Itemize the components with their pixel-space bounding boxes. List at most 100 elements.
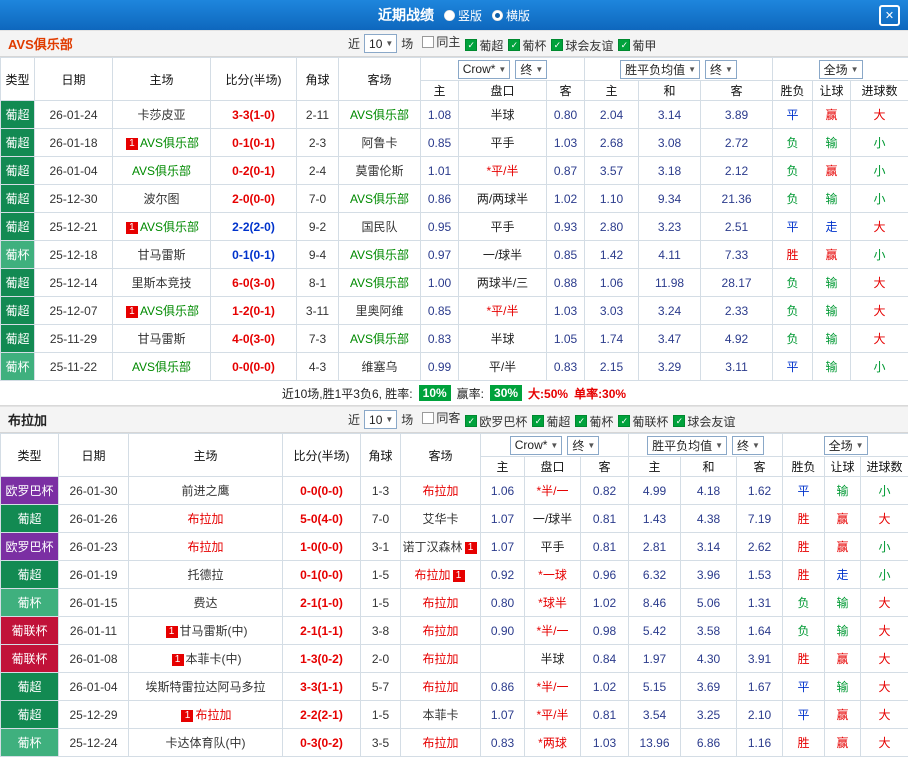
odds-home: 0.86 [421,185,459,213]
section-avs: AVS俱乐部 近 10▼ 场 同主✓葡超✓葡杯✓球会友谊✓葡甲 类型 日期 主场… [0,30,908,406]
filter-checkbox[interactable]: 同主 [422,33,460,50]
cover-result: 输 [813,269,851,297]
col-away: 客场 [339,58,421,101]
type-badge: 葡杯 [1,353,35,381]
type-badge: 葡超 [1,297,35,325]
size-result: 小 [851,129,908,157]
final-odds-select[interactable]: 终▼ [567,436,599,455]
scope-select[interactable]: 全场▼ [819,60,863,79]
match-row: 葡超25-11-29甘马雷斯4-0(3-0)7-3AVS俱乐部0.83半球1.0… [1,325,908,353]
corners: 3-5 [361,729,401,757]
odds-home: 1.08 [421,101,459,129]
odds-away: 1.02 [547,185,585,213]
cover-result: 赢 [825,533,861,561]
team-name: 艾华卡 [422,512,458,526]
odds-away: 0.87 [547,157,585,185]
matches-table-braga: 类型 日期 主场 比分(半场) 角球 客场 Crow*▼ 终▼ 胜平负均值▼ 终… [0,433,908,757]
handicap: 一/球半 [459,241,547,269]
filter-checkbox[interactable]: 同客 [422,409,460,426]
cover-rate-label: 赢率: [457,385,484,402]
home-team: 1本菲卡(中) [129,645,283,673]
scope-select[interactable]: 全场▼ [824,436,868,455]
odds-company-select[interactable]: Crow*▼ [458,60,511,79]
final-odds-select[interactable]: 终▼ [515,60,547,79]
score: 0-0(0-0) [283,477,361,505]
match-date: 26-01-19 [59,561,129,589]
odds-company-select[interactable]: Crow*▼ [510,436,563,455]
match-count-select[interactable]: 10▼ [364,410,397,429]
match-count-select[interactable]: 10▼ [364,34,397,53]
size-result: 大 [851,101,908,129]
match-row: 葡超26-01-24卡莎皮亚3-3(1-0)2-11AVS俱乐部1.08半球0.… [1,101,908,129]
col-size: 进球数 [851,81,908,101]
odds-win: 1.74 [585,325,639,353]
cover-result: 赢 [813,241,851,269]
match-date: 25-12-30 [35,185,113,213]
match-date: 26-01-08 [59,645,129,673]
team-name: 诺丁汉森林 [402,540,462,554]
team-name: 卡达体育队(中) [166,736,246,750]
col-size: 进球数 [861,457,908,477]
avg-odds-select[interactable]: 胜平负均值▼ [620,60,700,79]
red-card-badge: 1 [166,626,178,638]
final-odds-select-2[interactable]: 终▼ [732,436,764,455]
avg-odds-select[interactable]: 胜平负均值▼ [647,436,727,455]
type-badge: 葡超 [1,129,35,157]
cover-result: 输 [825,673,861,701]
team-name-title: 布拉加 [8,410,47,429]
handicap-group-header: Crow*▼ 终▼ [421,58,585,81]
filter-checkbox[interactable]: ✓葡甲 [618,37,656,54]
corners: 3-1 [361,533,401,561]
odds-home: 1.00 [421,269,459,297]
team-name: 本菲卡 [422,708,458,722]
team-name: 埃斯特雷拉达阿马多拉 [145,680,265,694]
size-result: 大 [861,617,908,645]
close-button[interactable]: ✕ [879,5,900,26]
corners: 9-2 [297,213,339,241]
final-odds-select-2[interactable]: 终▼ [705,60,737,79]
odds-win: 1.10 [585,185,639,213]
filter-checkbox[interactable]: ✓欧罗巴杯 [465,413,527,430]
size-result: 大 [861,589,908,617]
match-date: 25-12-18 [35,241,113,269]
col-home: 主场 [113,58,211,101]
handicap: *半/一 [525,673,581,701]
odds-draw: 9.34 [639,185,701,213]
match-row: 葡超26-01-04埃斯特雷拉达阿马多拉3-3(1-1)5-7布拉加0.86*半… [1,673,908,701]
team-name: 布拉加 [187,540,223,554]
team-name: 布拉加 [422,596,458,610]
type-badge: 葡超 [1,673,59,701]
team-name: AVS俱乐部 [350,192,409,206]
match-row: 欧罗巴杯26-01-30前进之鹰0-0(0-0)1-3布拉加1.06*半/一0.… [1,477,908,505]
corners: 9-4 [297,241,339,269]
filter-checkbox[interactable]: ✓葡超 [532,413,570,430]
score: 0-1(0-1) [211,129,297,157]
checkbox-checked-icon: ✓ [532,415,544,427]
filter-checkbox[interactable]: ✓葡超 [465,37,503,54]
handicap: *球半 [525,589,581,617]
radio-vertical-layout[interactable]: 竖版 [444,7,482,24]
filter-checkbox[interactable]: ✓葡杯 [575,413,613,430]
chevron-down-icon: ▼ [385,415,393,424]
cover-result: 输 [825,617,861,645]
home-team: 1布拉加 [129,701,283,729]
away-team: 艾华卡 [401,505,481,533]
odds-win: 2.80 [585,213,639,241]
score: 0-2(0-1) [211,157,297,185]
score: 1-2(0-1) [211,297,297,325]
cover-result: 输 [813,297,851,325]
type-badge: 欧罗巴杯 [1,477,59,505]
team-name-title: AVS俱乐部 [8,34,73,53]
filter-checkbox[interactable]: ✓球会友谊 [551,37,613,54]
odds-away: 1.03 [547,129,585,157]
filter-checkbox[interactable]: ✓球会友谊 [673,413,735,430]
filter-checkbox[interactable]: ✓葡杯 [508,37,546,54]
filter-checkbox[interactable]: ✓葡联杯 [618,413,668,430]
chevron-down-icon: ▼ [851,65,859,74]
handicap: *平/半 [459,157,547,185]
red-card-badge: 1 [453,570,465,582]
handicap: 平手 [459,129,547,157]
radio-horizontal-layout[interactable]: 横版 [492,7,530,24]
odds-home: 1.07 [481,505,525,533]
odds-draw: 3.96 [681,561,737,589]
